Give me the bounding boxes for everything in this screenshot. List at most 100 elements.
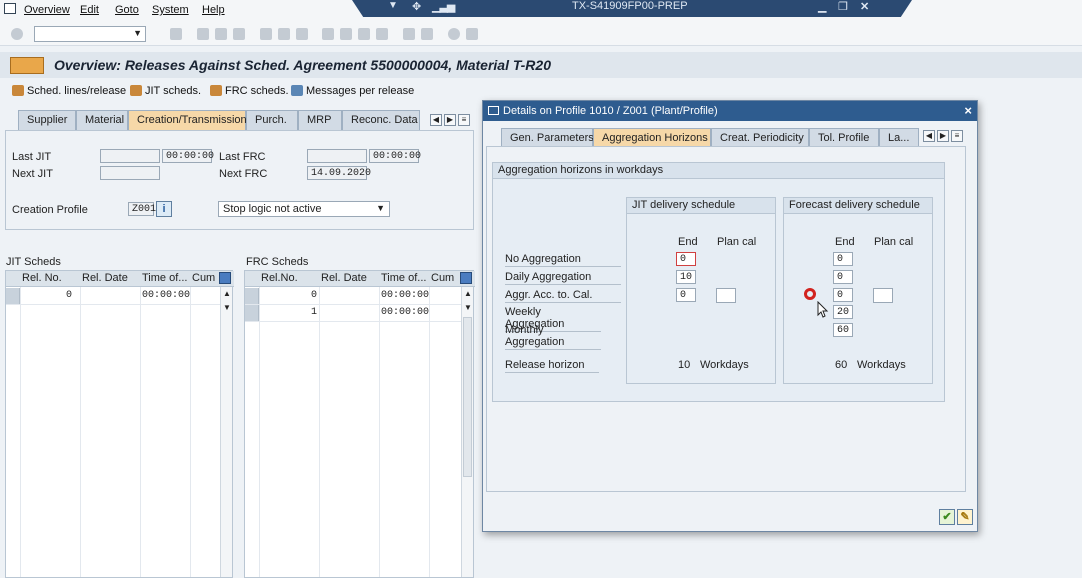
tab-scroll-left-icon[interactable]: ◀ (430, 114, 442, 126)
last-jit-label: Last JIT (12, 151, 52, 163)
plan-cal-column-label: Plan cal (717, 236, 757, 248)
table-row[interactable]: 1 00:00:00 (245, 305, 463, 322)
chevron-down-icon[interactable]: ▼ (133, 28, 142, 38)
menu-system[interactable]: System (152, 4, 189, 16)
tab-creation-transmission[interactable]: Creation/Transmission (128, 110, 247, 130)
vertical-scrollbar[interactable]: ▲ ▼ (220, 287, 232, 577)
find-next-icon[interactable] (296, 28, 308, 40)
enter-icon[interactable] (11, 28, 23, 40)
back-icon[interactable] (197, 28, 209, 40)
tab-mrp[interactable]: MRP (298, 110, 342, 130)
tab-scroll-right-icon[interactable]: ▶ (937, 130, 949, 142)
tab-gen-parameters[interactable]: Gen. Parameters (501, 128, 594, 146)
scroll-down-icon[interactable]: ▼ (223, 303, 231, 312)
menu-overview[interactable]: Overview (24, 4, 70, 16)
info-icon[interactable]: i (156, 201, 172, 217)
column-header[interactable]: Rel.No. (261, 272, 298, 284)
table-settings-icon[interactable] (460, 272, 472, 284)
table-settings-icon[interactable] (219, 272, 231, 284)
restore-icon[interactable]: ❐ (838, 0, 848, 13)
column-header[interactable]: Time of... (142, 272, 190, 284)
last-page-icon[interactable] (376, 28, 388, 40)
tab-creat-periodicity[interactable]: Creat. Periodicity (711, 128, 809, 146)
next-page-icon[interactable] (358, 28, 370, 40)
chevron-down-icon[interactable]: ▼ (388, 0, 398, 11)
print-icon[interactable] (260, 28, 272, 40)
jit-delivery-schedule-group: JIT delivery schedule End Plan cal 0 10 … (626, 197, 776, 384)
tab-aggregation-horizons[interactable]: Aggregation Horizons (593, 128, 711, 146)
table-row[interactable]: 0 00:00:00 (6, 288, 222, 305)
command-field[interactable]: ▼ (34, 26, 146, 42)
scroll-up-icon[interactable]: ▲ (464, 289, 472, 298)
jit-aggr-cal-field[interactable]: 0 (676, 288, 696, 302)
last-frc-date-field (307, 149, 367, 163)
tab-scroll-left-icon[interactable]: ◀ (923, 130, 935, 142)
row-selector[interactable] (245, 305, 259, 321)
minimize-icon[interactable]: ▁ (818, 0, 826, 13)
screen-menu-icon[interactable] (10, 57, 44, 74)
row-selector[interactable] (245, 288, 259, 304)
frc-weekly-aggregation-field[interactable]: 20 (833, 305, 853, 319)
previous-page-icon[interactable] (340, 28, 352, 40)
column-header[interactable]: Rel. No. (22, 272, 62, 284)
column-header[interactable]: Time of... (381, 272, 429, 284)
new-session-icon[interactable] (403, 28, 415, 40)
exit-icon[interactable] (215, 28, 227, 40)
scroll-down-icon[interactable]: ▼ (464, 303, 472, 312)
table-row[interactable]: 0 00:00:00 (245, 288, 463, 305)
column-header[interactable]: Cum. I (431, 272, 455, 284)
jit-daily-aggregation-field[interactable]: 10 (676, 270, 696, 284)
first-page-icon[interactable] (322, 28, 334, 40)
tab-list-icon[interactable]: ≡ (458, 114, 470, 126)
edit-pencil-icon[interactable]: ✎ (957, 509, 973, 525)
frc-no-aggregation-field[interactable]: 0 (833, 252, 853, 266)
frc-monthly-aggregation-field[interactable]: 60 (833, 323, 853, 337)
column-header[interactable]: Cum. I (192, 272, 216, 284)
menu-help[interactable]: Help (202, 4, 225, 16)
tab-scroll-right-icon[interactable]: ▶ (444, 114, 456, 126)
frc-aggr-cal-field[interactable]: 0 (833, 288, 853, 302)
pin-icon[interactable]: ✥ (412, 0, 421, 13)
menu-goto[interactable]: Goto (115, 4, 139, 16)
frc-scheds-table: Rel.No. Rel. Date Time of... Cum. I 0 00… (244, 270, 475, 578)
close-window-icon[interactable]: ✕ (860, 0, 869, 13)
system-menu-icon[interactable] (4, 3, 16, 14)
end-column-label: End (678, 236, 698, 248)
menu-edit[interactable]: Edit (80, 4, 99, 16)
last-frc-label: Last FRC (219, 151, 266, 163)
scroll-thumb[interactable] (463, 317, 472, 477)
vertical-scrollbar[interactable]: ▲ ▼ (461, 287, 473, 577)
messages-per-release-label: Messages per release (306, 85, 415, 97)
messages-per-release-button[interactable]: Messages per release (291, 85, 414, 97)
layout-menu-icon[interactable] (466, 28, 478, 40)
jit-plan-calendar-field[interactable] (716, 288, 736, 303)
confirm-checkmark-icon[interactable]: ✔ (939, 509, 955, 525)
close-icon[interactable]: × (964, 103, 972, 118)
tab-list-icon[interactable]: ≡ (951, 130, 963, 142)
tab-material[interactable]: Material (76, 110, 128, 130)
tab-tol-profile[interactable]: Tol. Profile (809, 128, 879, 146)
jit-scheds-button[interactable]: JIT scheds. (130, 85, 201, 97)
tab-la[interactable]: La... (879, 128, 919, 146)
column-header[interactable]: Rel. Date (82, 272, 128, 284)
column-header[interactable]: Rel. Date (321, 272, 367, 284)
stop-logic-dropdown[interactable]: Stop logic not active ▼ (218, 201, 390, 217)
jit-no-aggregation-field[interactable]: 0 (676, 252, 696, 266)
next-frc-date-field: 14.09.2020 (307, 166, 371, 180)
scroll-up-icon[interactable]: ▲ (223, 289, 231, 298)
cancel-icon[interactable] (233, 28, 245, 40)
last-frc-time-field: 00:00:00 (369, 149, 421, 163)
help-icon[interactable] (448, 28, 460, 40)
shortcut-icon[interactable] (421, 28, 433, 40)
creation-profile-field[interactable]: Z001 (128, 202, 156, 216)
frc-daily-aggregation-field[interactable]: 0 (833, 270, 853, 284)
sched-lines-release-button[interactable]: Sched. lines/release (12, 85, 126, 97)
find-icon[interactable] (278, 28, 290, 40)
tab-purch[interactable]: Purch. (246, 110, 298, 130)
frc-scheds-button[interactable]: FRC scheds. (210, 85, 289, 97)
tab-supplier[interactable]: Supplier (18, 110, 76, 130)
tab-reconc-data[interactable]: Reconc. Data (342, 110, 420, 130)
row-selector[interactable] (6, 288, 20, 304)
frc-plan-calendar-field[interactable] (873, 288, 893, 303)
save-icon[interactable] (170, 28, 182, 40)
